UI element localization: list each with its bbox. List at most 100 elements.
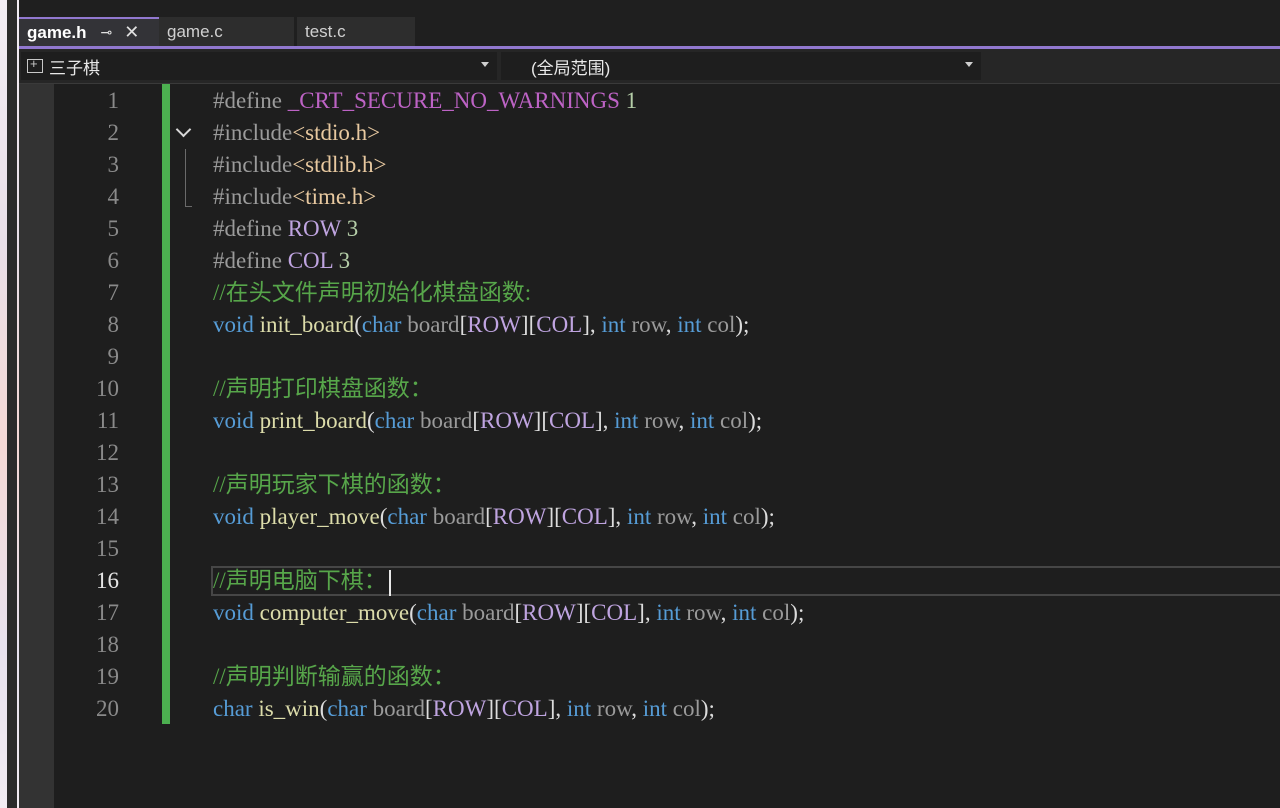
line-number: 14 bbox=[96, 504, 119, 529]
code-token: ); bbox=[700, 696, 715, 721]
fold-chevron-icon[interactable] bbox=[174, 117, 194, 149]
code-token: #define bbox=[213, 216, 288, 241]
line-number: 8 bbox=[107, 312, 120, 337]
code-token: int bbox=[702, 504, 728, 529]
code-token: , bbox=[665, 312, 678, 337]
code-line[interactable]: 3 #include<stdlib.h> bbox=[19, 149, 1280, 181]
code-line[interactable]: 7 //在头文件声明初始化棋盘函数: bbox=[19, 277, 1280, 309]
code-token: char bbox=[361, 312, 402, 337]
code-line[interactable]: 14 void player_move(char board[ROW][COL],… bbox=[19, 501, 1280, 533]
code-token: ], bbox=[637, 600, 657, 625]
code-text: void player_move(char board[ROW][COL], i… bbox=[213, 501, 775, 533]
code-text: #include<stdio.h> bbox=[213, 117, 380, 149]
code-token: ROW bbox=[522, 600, 576, 625]
line-number: 3 bbox=[107, 152, 120, 177]
code-token: //声明打印棋盘函数： bbox=[213, 376, 433, 401]
tab-game-c[interactable]: game.c bbox=[159, 17, 294, 46]
code-token: print_board bbox=[259, 408, 367, 433]
code-text: #include<stdlib.h> bbox=[213, 149, 387, 181]
navigation-bar: 三子棋 (全局范围) bbox=[19, 49, 1280, 84]
code-line[interactable]: 18 bbox=[19, 629, 1280, 661]
code-token: row bbox=[631, 312, 666, 337]
code-text: //声明打印棋盘函数： bbox=[213, 373, 433, 405]
line-number: 5 bbox=[107, 216, 120, 241]
code-line[interactable]: 1 #define _CRT_SECURE_NO_WARNINGS 1 bbox=[19, 85, 1280, 117]
code-token: row bbox=[644, 408, 679, 433]
code-token: init_board bbox=[259, 312, 355, 337]
code-token: ROW bbox=[480, 408, 534, 433]
tab-test-c[interactable]: test.c bbox=[297, 17, 415, 46]
code-token: ][ bbox=[575, 600, 592, 625]
code-line[interactable]: 16 //声明电脑下棋： bbox=[19, 565, 1280, 597]
code-token: void bbox=[213, 408, 254, 433]
code-line[interactable]: 5 #define ROW 3 bbox=[19, 213, 1280, 245]
code-token: ], bbox=[595, 408, 615, 433]
project-dropdown[interactable]: 三子棋 bbox=[21, 52, 497, 80]
line-number: 13 bbox=[96, 472, 119, 497]
line-number: 12 bbox=[96, 440, 119, 465]
text-caret bbox=[388, 569, 391, 596]
code-token: board bbox=[407, 312, 460, 337]
code-token: _CRT_SECURE_NO_WARNINGS bbox=[287, 88, 620, 113]
code-line[interactable]: 17 void computer_move(char board[ROW][COL… bbox=[19, 597, 1280, 629]
close-icon[interactable]: ✕ bbox=[124, 22, 139, 43]
scope-name: (全局范围) bbox=[531, 58, 611, 78]
code-line[interactable]: 2 #include<stdio.h> bbox=[19, 117, 1280, 149]
code-token: row bbox=[596, 696, 632, 721]
code-token: COL bbox=[536, 312, 583, 337]
line-number: 18 bbox=[96, 632, 119, 657]
code-line[interactable]: 9 bbox=[19, 341, 1280, 373]
code-token: char bbox=[213, 696, 253, 721]
line-number: 16 bbox=[96, 568, 119, 593]
code-token: COL bbox=[549, 408, 595, 433]
code-line[interactable]: 20 char is_win(char board[ROW][COL], int … bbox=[19, 693, 1280, 725]
code-text: //声明判断输赢的函数： bbox=[213, 661, 456, 693]
code-token: [ bbox=[472, 408, 480, 433]
code-token: <stdlib.h> bbox=[292, 152, 387, 177]
code-token: ROW bbox=[287, 216, 341, 241]
line-number: 4 bbox=[107, 184, 120, 209]
tab-game-h[interactable]: game.h ⊸ ✕ bbox=[19, 17, 159, 46]
code-line[interactable]: 4 #include<time.h> bbox=[19, 181, 1280, 213]
code-line[interactable]: 12 bbox=[19, 437, 1280, 469]
code-token: int bbox=[656, 600, 681, 625]
code-token: COL bbox=[287, 248, 333, 273]
project-icon bbox=[27, 56, 43, 73]
scope-dropdown[interactable]: (全局范围) bbox=[501, 52, 981, 80]
code-token: void bbox=[213, 504, 254, 529]
code-token: ], bbox=[547, 696, 567, 721]
code-token: ], bbox=[607, 504, 627, 529]
code-line[interactable]: 13 //声明玩家下棋的函数： bbox=[19, 469, 1280, 501]
code-token: , bbox=[631, 696, 643, 721]
code-line[interactable]: 15 bbox=[19, 533, 1280, 565]
code-token: ); bbox=[790, 600, 805, 625]
code-token: ); bbox=[760, 504, 775, 529]
code-text: char is_win(char board[ROW][COL], int ro… bbox=[213, 693, 715, 725]
pin-icon[interactable]: ⊸ bbox=[101, 24, 113, 41]
fold-guide bbox=[174, 181, 194, 213]
code-token: row bbox=[686, 600, 721, 625]
code-line[interactable]: 10 //声明打印棋盘函数： bbox=[19, 373, 1280, 405]
code-token: char bbox=[374, 408, 415, 433]
code-line[interactable]: 19 //声明判断输赢的函数： bbox=[19, 661, 1280, 693]
code-token: col bbox=[672, 696, 701, 721]
code-token: #include bbox=[213, 184, 293, 209]
code-line[interactable]: 8 void init_board(char board[ROW][COL], i… bbox=[19, 309, 1280, 341]
line-number: 17 bbox=[96, 600, 119, 625]
code-token: int bbox=[626, 504, 652, 529]
code-token: ( bbox=[409, 600, 417, 625]
code-token: //声明电脑下棋： bbox=[213, 568, 387, 593]
code-token: ], bbox=[582, 312, 602, 337]
code-token: 3 bbox=[332, 248, 351, 273]
code-editor[interactable]: 1 #define _CRT_SECURE_NO_WARNINGS 1 2 #incl… bbox=[19, 84, 1280, 808]
code-token: int bbox=[566, 696, 592, 721]
code-token: COL bbox=[501, 696, 548, 721]
code-token: computer_move bbox=[259, 600, 410, 625]
code-line[interactable]: 6 #define COL 3 bbox=[19, 245, 1280, 277]
line-number: 9 bbox=[107, 344, 120, 369]
code-token: #define bbox=[213, 88, 288, 113]
desktop-background-strip bbox=[0, 0, 19, 808]
code-token: char bbox=[327, 696, 367, 721]
code-token: ( bbox=[354, 312, 362, 337]
code-line[interactable]: 11 void print_board(char board[ROW][COL],… bbox=[19, 405, 1280, 437]
